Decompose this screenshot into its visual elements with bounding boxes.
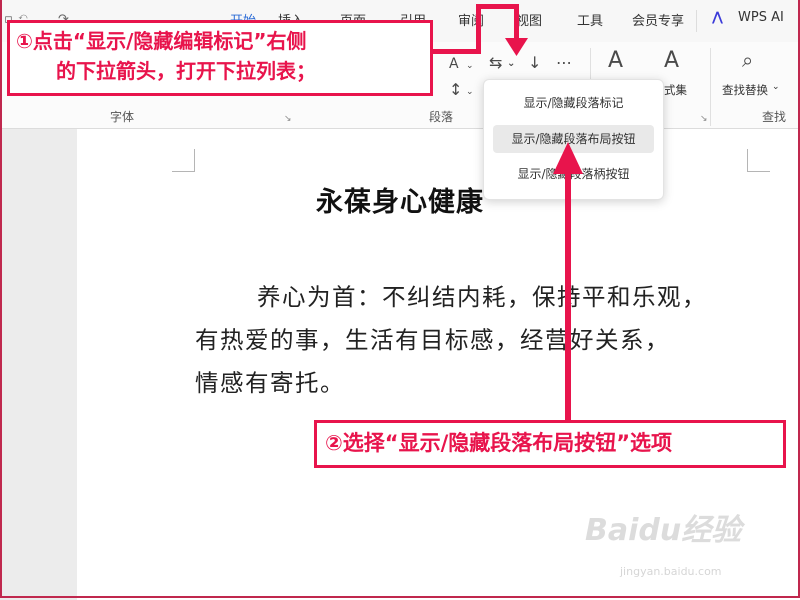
sort-icon[interactable]: ↓ xyxy=(528,55,541,71)
step1-line1: ①点击“显示/隐藏编辑标记”右侧 xyxy=(16,29,307,53)
chevron-down-icon[interactable]: ⌄ xyxy=(466,84,474,100)
menu-divider xyxy=(696,10,697,32)
body-line: 有热爱的事，生活有目标感，经营好关系， xyxy=(195,326,670,354)
ribbon-divider xyxy=(710,48,711,126)
step1-line2: 的下拉箭头，打开下拉列表； xyxy=(56,59,316,83)
annotation-connector xyxy=(432,49,480,54)
tab-member[interactable]: 会员专享 xyxy=(632,10,684,29)
annotation-arrowhead-icon xyxy=(505,38,528,56)
body-line: 情感有寄托。 xyxy=(195,369,345,397)
step2-text: ②选择“显示/隐藏段落布局按钮”选项 xyxy=(325,431,673,455)
font-grow-icon[interactable]: A xyxy=(449,56,459,72)
page-corner-mark xyxy=(172,149,195,172)
show-hide-marks-icon[interactable]: ⇆ xyxy=(489,55,502,71)
document-title: 永葆身心健康 xyxy=(316,187,484,218)
annotation-arrowhead-icon xyxy=(553,142,583,174)
annotation-connector xyxy=(476,4,481,54)
document-body: 养心为首：不纠结内耗，保持平和乐观， 有热爱的事，生活有目标感，经营好关系， 情… xyxy=(195,276,755,405)
style-set-icon[interactable]: A xyxy=(664,50,679,72)
show-hide-marks-chevron-icon[interactable]: ⌄ xyxy=(507,56,515,72)
baidu-watermark-logo: Baidu经验 xyxy=(585,513,742,548)
tab-tools[interactable]: 工具 xyxy=(577,10,603,29)
watermark-url: jingyan.baidu.com xyxy=(620,565,722,578)
menu-item-show-paragraph-marks[interactable]: 显示/隐藏段落标记 xyxy=(493,89,654,117)
show-hide-marks-dropdown: 显示/隐藏段落标记 显示/隐藏段落布局按钮 显示/隐藏段落柄按钮 xyxy=(483,79,664,200)
tab-view[interactable]: 视图 xyxy=(516,10,542,29)
search-icon[interactable]: ⌕ xyxy=(742,50,753,70)
chevron-down-icon[interactable]: ⌄ xyxy=(466,58,474,74)
step1-callout: ①点击“显示/隐藏编辑标记”右侧 的下拉箭头，打开下拉列表； xyxy=(7,20,433,96)
wps-ai-icon: ⋀ xyxy=(712,10,723,25)
annotation-connector xyxy=(476,4,519,9)
style-icon[interactable]: A xyxy=(608,50,623,72)
dialog-launcher-icon[interactable]: ↘ xyxy=(700,114,708,124)
dialog-launcher-icon[interactable]: ↘ xyxy=(284,114,292,124)
group-paragraph-label: 段落 xyxy=(429,110,454,124)
chevron-down-icon[interactable]: ⌄ xyxy=(772,82,780,92)
page-corner-mark xyxy=(747,149,770,172)
style-set-label[interactable]: 式集 xyxy=(664,82,687,98)
annotation-connector xyxy=(514,4,519,40)
body-line: 养心为首：不纠结内耗，保持平和乐观， xyxy=(257,283,707,311)
find-replace-label[interactable]: 查找替换 xyxy=(722,82,768,98)
table-border-icon[interactable]: ⋯ xyxy=(556,55,572,71)
group-find-label: 查找 xyxy=(762,110,787,124)
line-spacing-icon[interactable]: ↕ xyxy=(449,82,462,98)
step2-callout: ②选择“显示/隐藏段落布局按钮”选项 xyxy=(314,420,786,468)
group-font-label: 字体 xyxy=(110,110,135,124)
annotation-arrow-shaft xyxy=(565,168,571,422)
tab-wps-ai[interactable]: WPS AI xyxy=(738,10,784,25)
